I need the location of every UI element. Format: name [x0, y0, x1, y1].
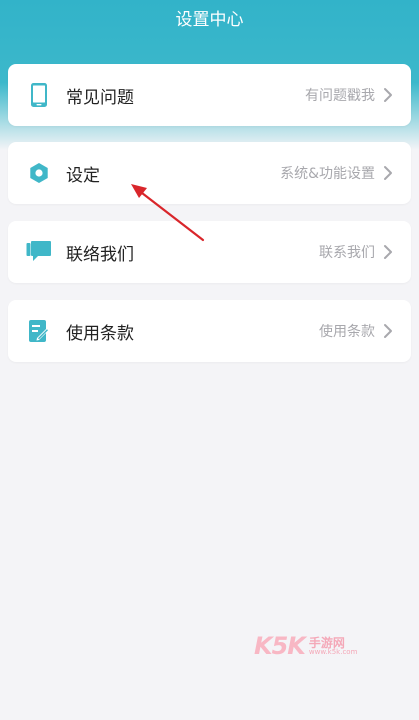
phone-icon: [26, 82, 52, 108]
menu-item-hint: 使用条款: [319, 324, 375, 340]
menu-item-label: 设定: [66, 165, 100, 186]
watermark-brand: K5K: [254, 632, 306, 660]
menu-item-contact[interactable]: 联络我们 联系我们: [8, 221, 411, 283]
document-edit-icon: [26, 318, 52, 344]
watermark-url: www.k5k.com: [308, 647, 358, 656]
menu-item-faq[interactable]: 常见问题 有问题戳我: [8, 64, 411, 126]
watermark-logo: K5K 手游网 www.k5k.com: [254, 632, 357, 660]
menu-item-label: 使用条款: [66, 323, 134, 344]
page-title: 设置中心: [175, 10, 244, 30]
chevron-right-icon: [383, 87, 395, 103]
menu-item-label: 常见问题: [66, 87, 134, 108]
menu-item-hint: 联系我们: [319, 245, 375, 261]
menu-item-hint: 系统&功能设置: [280, 166, 375, 182]
chevron-right-icon: [383, 165, 395, 181]
chevron-right-icon: [383, 244, 395, 260]
gear-icon: [26, 160, 52, 186]
chat-bubble-icon: [26, 239, 52, 265]
chevron-right-icon: [383, 323, 395, 339]
menu-item-settings[interactable]: 设定 系统&功能设置: [8, 142, 411, 204]
menu-item-hint: 有问题戳我: [305, 88, 375, 104]
menu-item-terms[interactable]: 使用条款 使用条款: [8, 300, 411, 362]
menu-item-label: 联络我们: [66, 244, 134, 265]
watermark-name: 手游网: [308, 635, 345, 650]
